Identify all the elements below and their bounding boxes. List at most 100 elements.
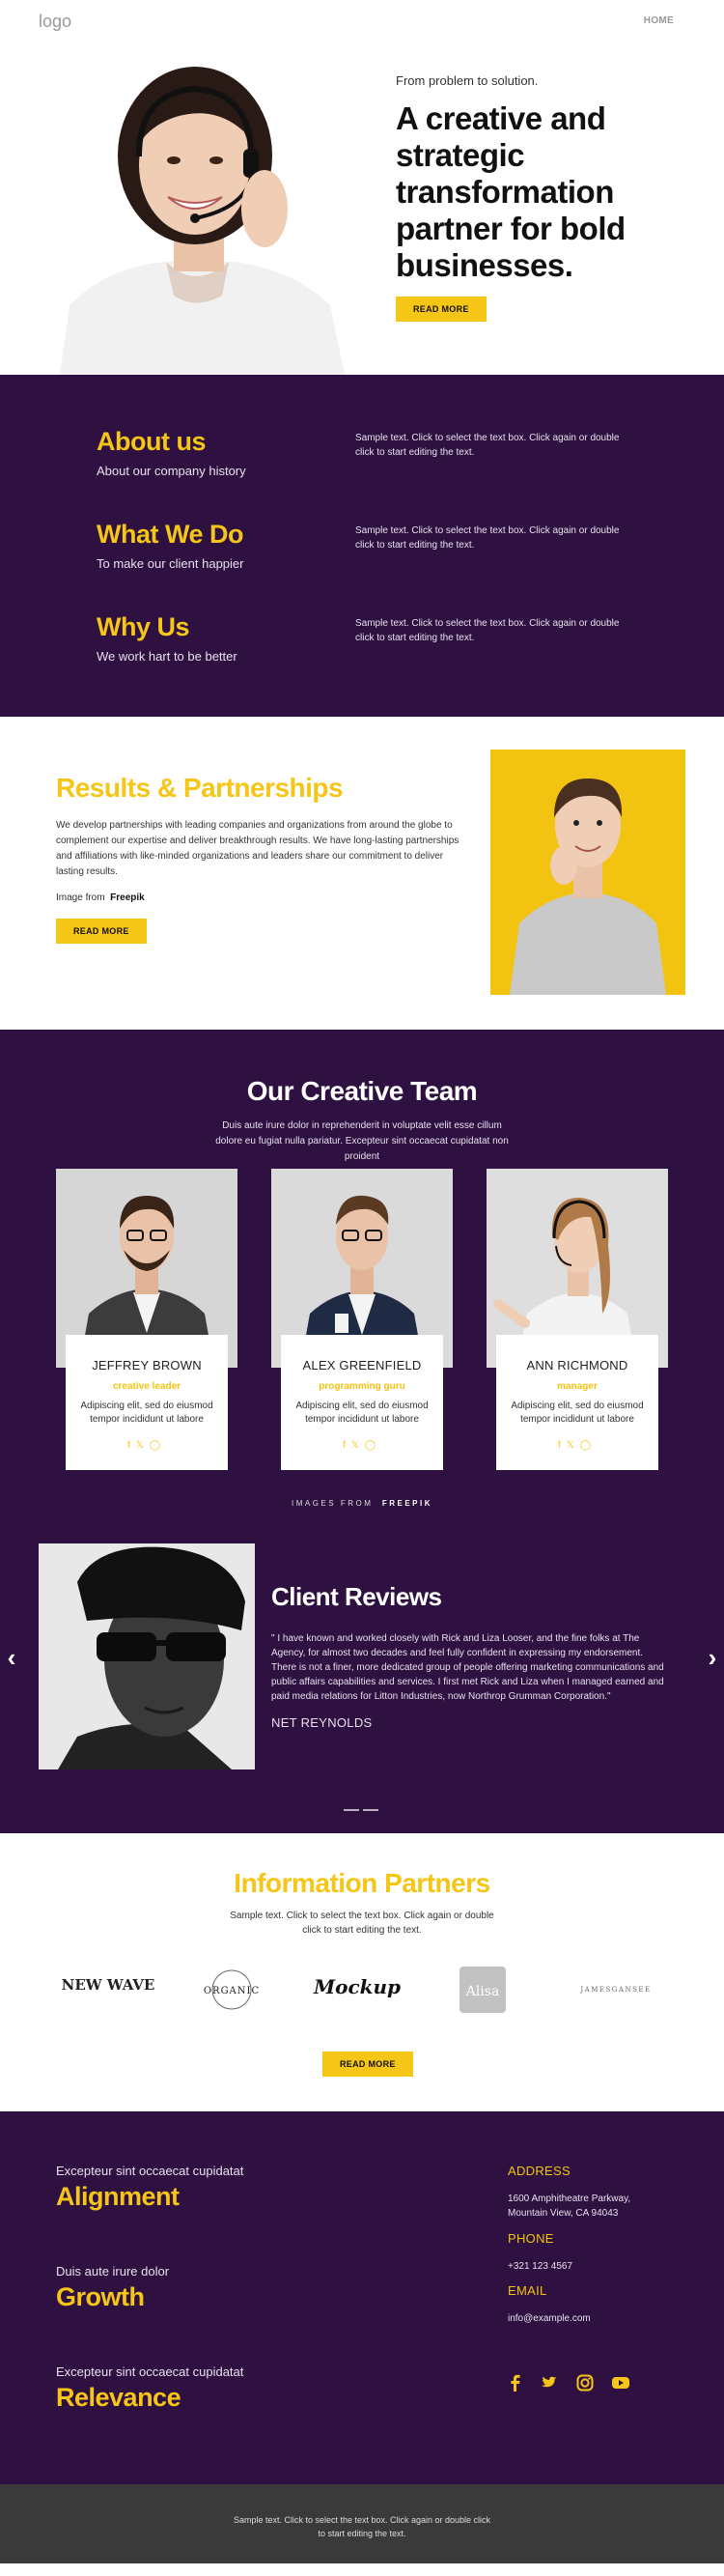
footer-block-alignment: Excepteur sint occaecat cupidatat Alignm… bbox=[56, 2164, 243, 2212]
footer-phone: PHONE +321 123 4567 bbox=[508, 2231, 572, 2274]
footer-social bbox=[508, 2374, 644, 2396]
instagram-icon[interactable]: ◯ bbox=[150, 1440, 166, 1451]
team-member-role: programming guru bbox=[319, 1381, 405, 1392]
team-member-info: ANN RICHMOND manager Adipiscing elit, se… bbox=[496, 1335, 658, 1470]
facebook-icon[interactable]: f bbox=[343, 1440, 351, 1451]
instagram-icon[interactable]: ◯ bbox=[580, 1440, 597, 1451]
email-label: EMAIL bbox=[508, 2283, 547, 2298]
team-member-role: creative leader bbox=[112, 1381, 181, 1392]
results-section: Results & Partnerships We develop partne… bbox=[0, 717, 724, 1030]
instagram-icon[interactable] bbox=[576, 2374, 594, 2392]
credit-source-link[interactable]: Freepik bbox=[110, 892, 145, 903]
footer-block-title: Alignment bbox=[56, 2182, 180, 2211]
team-member-card: JEFFREY BROWN creative leader Adipiscing… bbox=[56, 1169, 237, 1470]
team-image-credit: IMAGES FROM FREEPIK bbox=[0, 1499, 724, 1508]
logo[interactable]: logo bbox=[39, 12, 71, 32]
carousel-indicator[interactable] bbox=[363, 1809, 378, 1811]
results-title: Results & Partnerships bbox=[56, 773, 344, 803]
twitter-icon[interactable]: 𝕏 bbox=[351, 1440, 365, 1451]
footer-block-kicker: Duis aute irure dolor bbox=[56, 2264, 170, 2279]
review-quote: " I have known and worked closely with R… bbox=[271, 1633, 664, 1702]
about-item-title: About us bbox=[97, 427, 206, 456]
team-member-text: Adipiscing elit, sed do eiusmod tempor i… bbox=[80, 1401, 213, 1425]
hero-read-more-button[interactable]: READ MORE bbox=[396, 297, 487, 322]
bottom-text: Sample text. Click to select the text bo… bbox=[233, 2515, 491, 2538]
svg-text:JAMESGANSEE: JAMESGANSEE bbox=[579, 1986, 651, 1994]
credit-prefix: IMAGES FROM bbox=[291, 1499, 374, 1508]
nav-home-link[interactable]: HOME bbox=[644, 15, 674, 26]
twitter-icon[interactable]: 𝕏 bbox=[567, 1440, 580, 1451]
about-item-title: Why Us bbox=[97, 612, 190, 641]
logo-text: NEW WAVE bbox=[62, 1976, 155, 1994]
team-member-text: Adipiscing elit, sed do eiusmod tempor i… bbox=[511, 1401, 644, 1425]
partner-logo-organic[interactable]: ORGANIC bbox=[183, 1963, 280, 2021]
results-image bbox=[490, 750, 685, 995]
footer-block-growth: Duis aute irure dolor Growth bbox=[56, 2264, 169, 2312]
facebook-icon[interactable]: f bbox=[127, 1440, 136, 1451]
about-item-text: Sample text. Click to select the text bo… bbox=[355, 433, 620, 458]
chevron-right-icon[interactable]: › bbox=[703, 1645, 722, 1670]
about-item-title: What We Do bbox=[97, 520, 244, 549]
footer-block-relevance: Excepteur sint occaecat cupidatat Releva… bbox=[56, 2364, 243, 2413]
team-member-card: ALEX GREENFIELD programming guru Adipisc… bbox=[271, 1169, 453, 1470]
twitter-icon[interactable]: 𝕏 bbox=[136, 1440, 150, 1451]
team-member-social: f𝕏◯ bbox=[281, 1440, 443, 1451]
footer-info-section: Excepteur sint occaecat cupidatat Alignm… bbox=[0, 2111, 724, 2484]
about-item-subtitle: About our company history bbox=[97, 464, 246, 478]
partners-read-more-button[interactable]: READ MORE bbox=[322, 2052, 413, 2077]
partners-title: Information Partners bbox=[234, 1868, 490, 1898]
reviews-title: Client Reviews bbox=[271, 1582, 442, 1611]
reviews-section: Client Reviews " I have known and worked… bbox=[0, 1543, 724, 1833]
svg-text:Mockup: Mockup bbox=[313, 1975, 401, 1998]
svg-text:ORGANIC: ORGANIC bbox=[204, 1986, 260, 1996]
facebook-icon[interactable]: f bbox=[558, 1440, 567, 1451]
reviewer-photo bbox=[39, 1543, 255, 1769]
partner-logo-mockup[interactable]: Mockup bbox=[309, 1963, 405, 2021]
footer-block-kicker: Excepteur sint occaecat cupidatat bbox=[56, 2164, 244, 2178]
footer-block-title: Growth bbox=[56, 2282, 145, 2311]
team-member-social: f𝕏◯ bbox=[496, 1440, 658, 1451]
about-item-subtitle: We work hart to be better bbox=[97, 649, 237, 664]
team-member-info: ALEX GREENFIELD programming guru Adipisc… bbox=[281, 1335, 443, 1470]
address-line: Mountain View, CA 94043 bbox=[508, 2208, 619, 2219]
address-label: ADDRESS bbox=[508, 2164, 571, 2178]
about-item-text: Sample text. Click to select the text bo… bbox=[355, 525, 620, 551]
hero-image bbox=[50, 64, 349, 375]
footer-block-kicker: Excepteur sint occaecat cupidatat bbox=[56, 2364, 244, 2379]
twitter-icon[interactable] bbox=[541, 2374, 558, 2392]
youtube-icon[interactable] bbox=[611, 2374, 630, 2392]
results-read-more-button[interactable]: READ MORE bbox=[56, 919, 147, 944]
credit-source-link[interactable]: FREEPIK bbox=[382, 1499, 432, 1508]
phone-value[interactable]: +321 123 4567 bbox=[508, 2259, 572, 2274]
carousel-indicator[interactable] bbox=[344, 1809, 359, 1811]
team-member-name: ALEX GREENFIELD bbox=[302, 1358, 422, 1373]
credit-prefix: Image from bbox=[56, 892, 105, 903]
footer-block-title: Relevance bbox=[56, 2383, 181, 2412]
team-member-name: JEFFREY BROWN bbox=[92, 1358, 202, 1373]
team-description: Duis aute irure dolor in reprehenderit i… bbox=[215, 1120, 509, 1162]
partners-text: Sample text. Click to select the text bo… bbox=[230, 1911, 494, 1936]
hero-subtitle: From problem to solution. bbox=[396, 73, 539, 88]
about-item-subtitle: To make our client happier bbox=[97, 556, 244, 571]
results-text: We develop partnerships with leading com… bbox=[56, 820, 459, 877]
facebook-icon[interactable] bbox=[508, 2374, 523, 2392]
team-section: Our Creative Team Duis aute irure dolor … bbox=[0, 1030, 724, 1543]
team-member-info: JEFFREY BROWN creative leader Adipiscing… bbox=[66, 1335, 228, 1470]
footer-email: EMAIL info@example.com bbox=[508, 2283, 591, 2326]
team-member-role: manager bbox=[557, 1381, 598, 1392]
partners-section: Information Partners Sample text. Click … bbox=[0, 1833, 724, 2111]
partner-logo-alisa[interactable]: Alisa bbox=[434, 1963, 531, 2021]
instagram-icon[interactable]: ◯ bbox=[365, 1440, 381, 1451]
about-section: About us About our company history Sampl… bbox=[0, 375, 724, 717]
team-member-social: f𝕏◯ bbox=[66, 1440, 228, 1451]
email-value[interactable]: info@example.com bbox=[508, 2311, 591, 2326]
footer-address: ADDRESS 1600 Amphitheatre Parkway, Mount… bbox=[508, 2164, 630, 2221]
chevron-left-icon[interactable]: ‹ bbox=[2, 1645, 21, 1670]
svg-text:Alisa: Alisa bbox=[465, 1984, 500, 1999]
partner-logo-new-wave[interactable]: NEW WAVE bbox=[60, 1963, 156, 2021]
review-author: NET REYNOLDS bbox=[271, 1715, 373, 1730]
phone-label: PHONE bbox=[508, 2231, 554, 2246]
partner-logo-jamesgansee[interactable]: JAMESGANSEE bbox=[568, 1963, 664, 2021]
team-member-text: Adipiscing elit, sed do eiusmod tempor i… bbox=[295, 1401, 429, 1425]
team-member-card: ANN RICHMOND manager Adipiscing elit, se… bbox=[487, 1169, 668, 1470]
